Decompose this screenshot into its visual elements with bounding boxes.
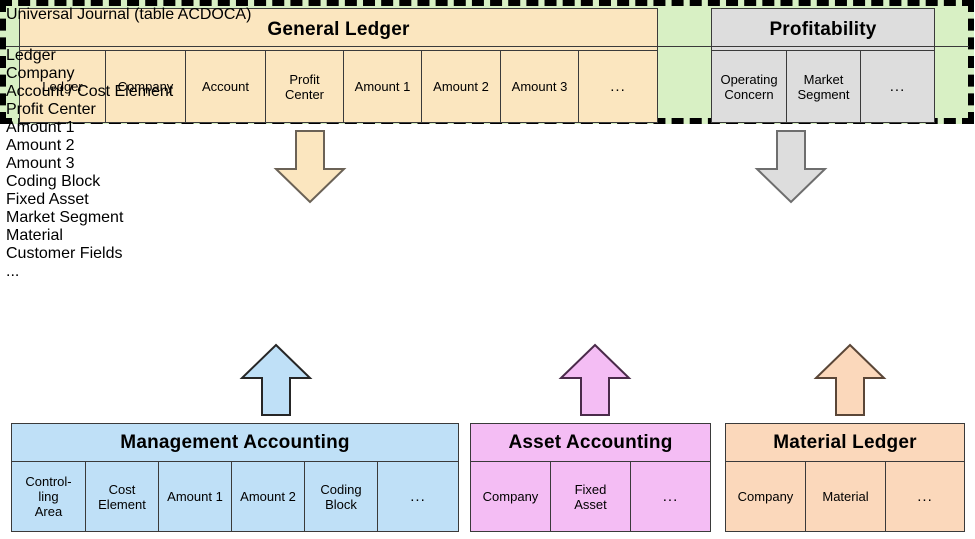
uj-col-profit-center: Profit Center (6, 101, 96, 118)
universal-journal-columns: Ledger Company Account / Cost Element Pr… (6, 47, 969, 281)
management-accounting-columns: Control- ling Area Cost Element Amount 1… (12, 462, 458, 531)
uj-col-amount-1: Amount 1 (6, 119, 75, 136)
uj-col-fixed-asset: Fixed Asset (6, 191, 89, 208)
aa-col-company: Company (471, 462, 551, 531)
arrow-asset-accounting-to-universal-journal (558, 343, 632, 416)
universal-journal-title-text: Universal Journal (6, 6, 130, 23)
uj-col-ledger: Ledger (6, 47, 56, 64)
aa-col-fixed-asset: Fixed Asset (551, 462, 631, 531)
ml-col-material: Material (806, 462, 886, 531)
uj-col-market-segment: Market Segment (6, 209, 124, 226)
material-ledger-title: Material Ledger (726, 424, 964, 462)
aa-col-more: ... (662, 488, 679, 505)
uj-col-amount-3: Amount 3 (6, 155, 75, 172)
uj-col-customer-fields: Customer Fields (6, 245, 123, 262)
uj-col-coding-block: Coding Block (6, 173, 101, 190)
uj-col-more: ... (6, 263, 20, 280)
ml-col-company: Company (726, 462, 806, 531)
ma-col-amount-2: Amount 2 (232, 462, 305, 531)
management-accounting-block: Management Accounting Control- ling Area… (11, 423, 459, 532)
ml-col-more: ... (917, 488, 933, 505)
uj-col-material: Material (6, 227, 63, 244)
ma-col-cost-element: Cost Element (86, 462, 159, 531)
uj-col-account-cost-element: Account / Cost Element (6, 83, 174, 100)
ma-col-more: ... (410, 488, 426, 505)
material-ledger-block: Material Ledger Company Material ... (725, 423, 965, 532)
ma-col-coding-block: Coding Block (305, 462, 378, 531)
uj-col-company: Company (6, 65, 75, 82)
management-accounting-title-text: Management Accounting (120, 431, 350, 453)
arrow-management-accounting-to-universal-journal (239, 343, 313, 416)
asset-accounting-title-text: Asset Accounting (508, 431, 673, 453)
uj-col-amount-2: Amount 2 (6, 137, 75, 154)
universal-journal-block: Universal Journal (table ACDOCA) Ledger … (0, 0, 974, 280)
universal-journal-table-name: (table ACDOCA) (134, 6, 252, 23)
arrow-material-ledger-to-universal-journal (813, 343, 887, 416)
material-ledger-title-text: Material Ledger (773, 431, 917, 453)
ma-col-controlling-area: Control- ling Area (12, 462, 86, 531)
asset-accounting-block: Asset Accounting Company Fixed Asset ... (470, 423, 711, 532)
management-accounting-title: Management Accounting (12, 424, 458, 462)
asset-accounting-title: Asset Accounting (471, 424, 710, 462)
asset-accounting-columns: Company Fixed Asset ... (471, 462, 710, 531)
ma-col-amount-1: Amount 1 (159, 462, 232, 531)
material-ledger-columns: Company Material ... (726, 462, 964, 531)
universal-journal-title: Universal Journal (table ACDOCA) (6, 6, 969, 47)
